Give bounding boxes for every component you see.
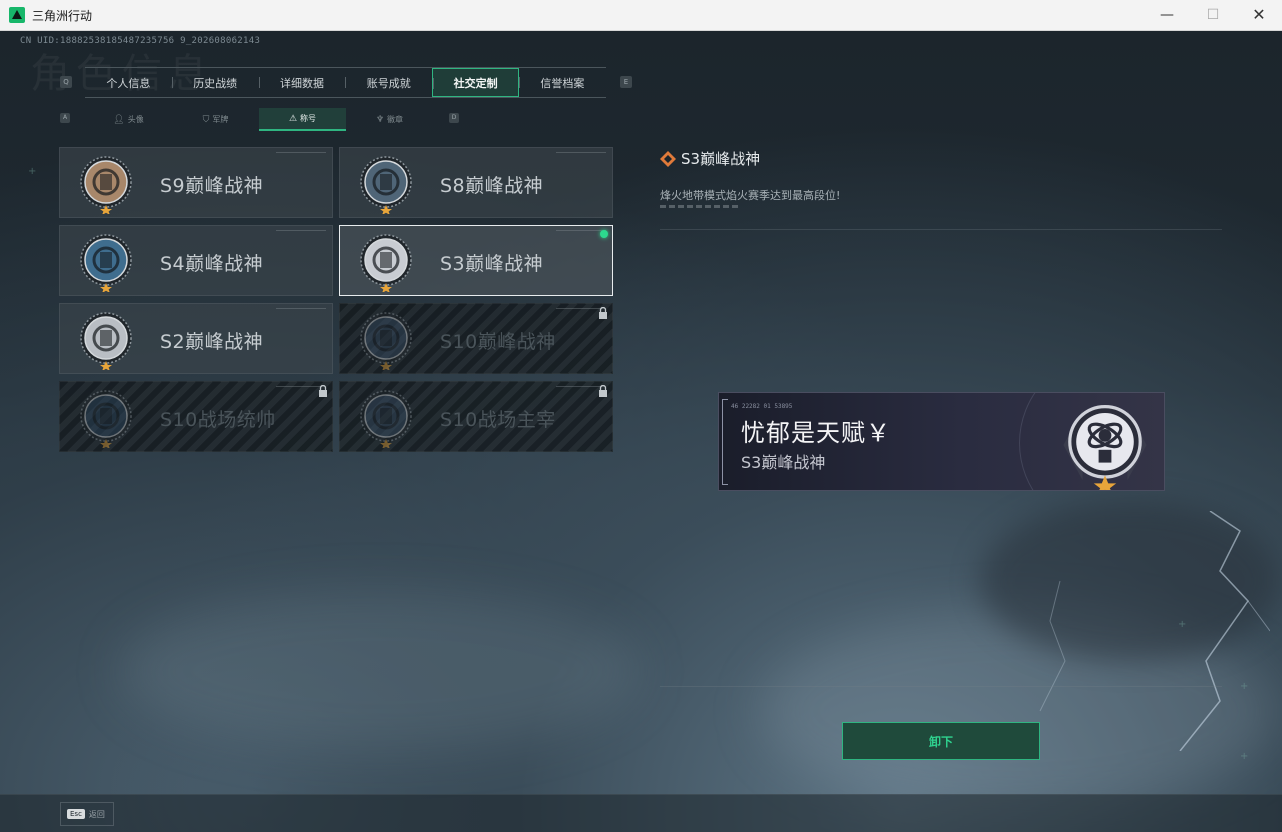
subtab-avatar[interactable]: 👤︎ 头像 xyxy=(85,108,172,131)
title-name: S10战场主宰 xyxy=(440,409,556,431)
subtab-label: 头像 xyxy=(127,115,144,124)
divider xyxy=(660,229,1222,230)
next-tab-key-hint[interactable]: E xyxy=(620,76,632,88)
lightning-decoration xyxy=(1039,511,1270,751)
title-card[interactable]: S3巅峰战神 xyxy=(339,225,613,296)
s8-medal-icon xyxy=(356,154,416,215)
subtab-badge[interactable]: ♆ 徽章 xyxy=(346,108,433,131)
app-logo-icon xyxy=(9,7,25,23)
bottom-bar: Esc 返回 xyxy=(0,794,1282,832)
equipped-indicator xyxy=(600,230,608,238)
tab-social-customization[interactable]: 社交定制 xyxy=(432,68,519,97)
background-cloud xyxy=(120,591,640,751)
back-button[interactable]: Esc 返回 xyxy=(60,802,114,826)
detail-description: 烽火地带模式焰火赛季达到最高段位! xyxy=(660,189,841,202)
s10-commander-medal-icon xyxy=(76,388,136,449)
s4-medal-icon xyxy=(76,232,136,293)
s2-medal-icon xyxy=(76,310,136,371)
player-uid: CN UID:18882538185487235756 9_2026080621… xyxy=(20,36,261,46)
dog-tag-icon: ⛉ xyxy=(202,114,210,125)
subtab-label: 军牌 xyxy=(212,115,229,124)
s3-medal-icon xyxy=(1063,405,1147,490)
tab-credit-profile[interactable]: 信誉档案 xyxy=(518,68,606,97)
tab-achievements[interactable]: 账号成就 xyxy=(345,68,432,97)
crosshair-decoration: + xyxy=(1178,619,1187,630)
minimize-button[interactable]: — xyxy=(1144,0,1190,31)
title-name: S9巅峰战神 xyxy=(160,175,264,197)
title-card[interactable]: S2巅峰战神 xyxy=(59,303,333,374)
back-label: 返回 xyxy=(88,809,105,819)
card-deco-line xyxy=(556,152,606,153)
triangle-icon: ⚠︎ xyxy=(288,113,298,124)
card-deco-line xyxy=(556,230,606,231)
person-icon: 👤︎ xyxy=(113,114,125,125)
tab-personal-info[interactable]: 个人信息 xyxy=(85,68,172,97)
rank-diamond-icon xyxy=(660,150,676,167)
title-card[interactable]: S10战场主宰 xyxy=(339,381,613,452)
detail-title: S3巅峰战神 xyxy=(681,150,761,168)
title-preview-banner: 46 22282 01 53895 忧郁是天赋￥ S3巅峰战神 xyxy=(718,392,1165,491)
title-name: S8巅峰战神 xyxy=(440,175,544,197)
title-card[interactable]: S4巅峰战神 xyxy=(59,225,333,296)
prev-subtab-key-hint[interactable]: A xyxy=(60,113,70,123)
subtab-dog-tag[interactable]: ⛉ 军牌 xyxy=(172,108,259,131)
subtab-label: 称号 xyxy=(300,114,317,123)
s9-medal-icon xyxy=(76,154,136,215)
game-viewport: + + + + 角色信息 CN UID:18882538185487235756… xyxy=(0,31,1282,832)
card-deco-line xyxy=(276,230,326,231)
main-tab-bar: 个人信息 历史战绩 详细数据 账号成就 社交定制 信誉档案 xyxy=(85,67,606,98)
close-button[interactable]: ✕ xyxy=(1236,0,1282,31)
title-name: S2巅峰战神 xyxy=(160,331,264,353)
card-deco-line xyxy=(276,152,326,153)
unequip-button[interactable]: 卸下 xyxy=(842,722,1040,760)
lock-icon xyxy=(319,385,327,397)
s10-medal-icon xyxy=(356,310,416,371)
banner-tech-text: 46 22282 01 53895 xyxy=(731,403,793,410)
s3-medal-icon xyxy=(356,232,416,293)
badge-icon: ♆ xyxy=(375,114,385,125)
crosshair-decoration: + xyxy=(1240,751,1249,762)
banner-player-name: 忧郁是天赋￥ xyxy=(741,419,891,447)
title-card[interactable]: S10巅峰战神 xyxy=(339,303,613,374)
card-deco-line xyxy=(276,308,326,309)
banner-bracket-decoration xyxy=(722,399,728,485)
window-title: 三角洲行动 xyxy=(32,9,93,23)
title-name: S3巅峰战神 xyxy=(440,253,544,275)
prev-tab-key-hint[interactable]: Q xyxy=(60,76,72,88)
subtab-title[interactable]: ⚠︎ 称号 xyxy=(259,108,346,131)
maximize-button[interactable]: ☐ xyxy=(1190,0,1236,31)
tab-match-history[interactable]: 历史战绩 xyxy=(171,68,259,97)
banner-title: S3巅峰战神 xyxy=(741,453,826,472)
divider-dots xyxy=(660,205,740,208)
esc-key-icon: Esc xyxy=(67,809,85,819)
window-titlebar: 三角洲行动 — ☐ ✕ xyxy=(0,0,1282,31)
crosshair-decoration: + xyxy=(28,166,37,177)
tab-detailed-stats[interactable]: 详细数据 xyxy=(258,68,346,97)
title-name: S10战场统帅 xyxy=(160,409,276,431)
title-card[interactable]: S10战场统帅 xyxy=(59,381,333,452)
s10-dominator-medal-icon xyxy=(356,388,416,449)
lock-icon xyxy=(599,307,607,319)
title-name: S10巅峰战神 xyxy=(440,331,556,353)
divider xyxy=(660,686,1222,687)
sub-tab-bar: 👤︎ 头像 ⛉ 军牌 ⚠︎ 称号 ♆ 徽章 xyxy=(85,108,434,131)
detail-header: S3巅峰战神 xyxy=(660,148,760,169)
next-subtab-key-hint[interactable]: D xyxy=(449,113,459,123)
lock-icon xyxy=(599,385,607,397)
title-card[interactable]: S9巅峰战神 xyxy=(59,147,333,218)
title-name: S4巅峰战神 xyxy=(160,253,264,275)
title-card[interactable]: S8巅峰战神 xyxy=(339,147,613,218)
crosshair-decoration: + xyxy=(1240,681,1249,692)
subtab-label: 徽章 xyxy=(387,115,404,124)
